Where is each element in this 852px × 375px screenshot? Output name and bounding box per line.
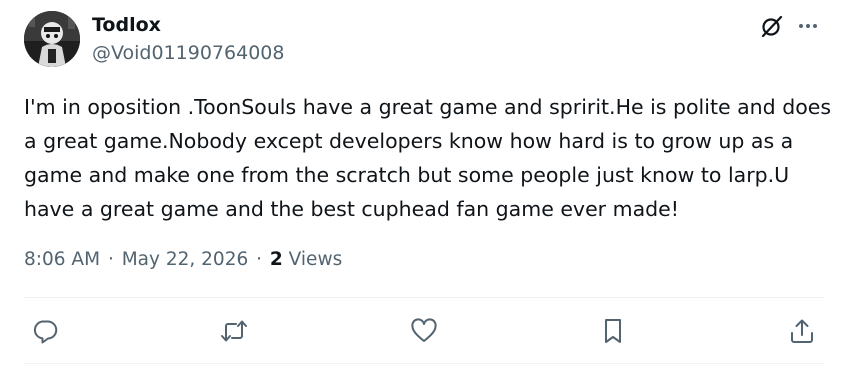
share-button[interactable] <box>787 316 817 346</box>
repost-button[interactable] <box>219 316 249 346</box>
post-time[interactable]: 8:06 AM <box>24 249 100 270</box>
author-handle[interactable]: @Void01190764008 <box>92 41 284 65</box>
views-label: Views <box>288 249 343 270</box>
bookmark-button[interactable] <box>598 316 628 346</box>
post-date[interactable]: May 22, 2026 <box>122 249 249 270</box>
divider <box>24 363 824 364</box>
meta-separator: · <box>256 249 263 270</box>
like-icon <box>411 318 437 342</box>
avatar[interactable] <box>24 11 80 67</box>
share-icon <box>791 319 813 343</box>
divider <box>24 297 824 298</box>
meta-separator: · <box>107 249 114 270</box>
avatar-image <box>24 11 80 67</box>
post-metadata: 8:06 AM · May 22, 2026 · 2 Views <box>24 247 342 273</box>
author-display-name[interactable]: Todlox <box>92 13 161 37</box>
tweet: Todlox @Void01190764008 I'm in oposition… <box>0 0 852 375</box>
post-text: I'm in oposition .ToonSouls have a great… <box>24 95 832 221</box>
reply-icon <box>33 320 58 344</box>
bookmark-icon <box>605 319 621 343</box>
reply-button[interactable] <box>30 316 60 346</box>
more-icon[interactable] <box>795 13 821 39</box>
views-count: 2 <box>269 249 283 270</box>
grok-icon[interactable] <box>759 13 785 39</box>
like-button[interactable] <box>409 316 439 346</box>
repost-icon <box>221 320 247 342</box>
